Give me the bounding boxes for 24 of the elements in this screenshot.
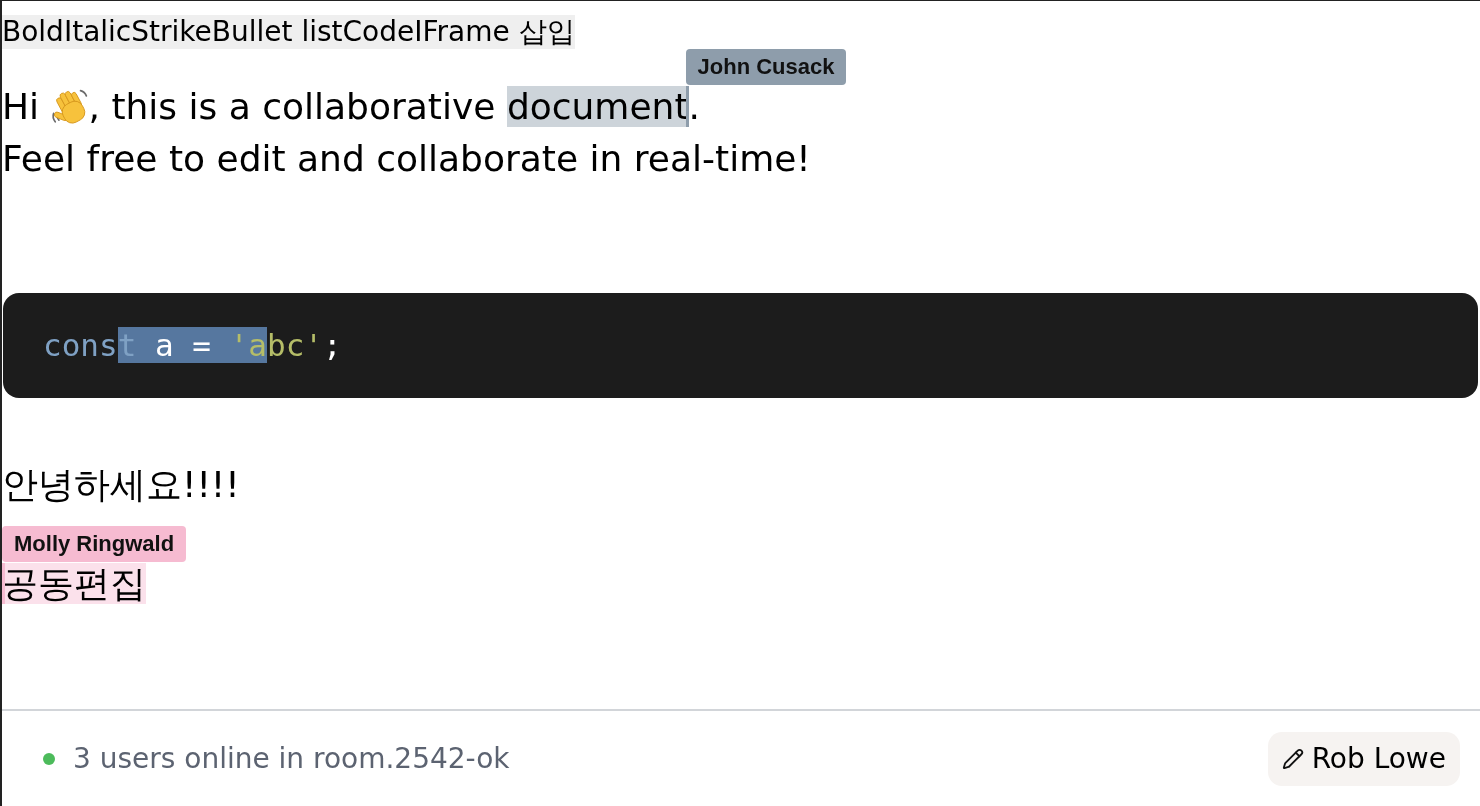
status-text: 3 users online in room.2542-ok — [73, 740, 510, 777]
code-text: 'a — [229, 327, 267, 363]
toolbar-button[interactable]: Strike — [131, 15, 212, 49]
toolbar-button[interactable]: Bullet list — [211, 15, 343, 49]
user-name-button[interactable]: Rob Lowe — [1267, 731, 1460, 786]
code-text: cons — [43, 327, 118, 363]
code-text: ; — [323, 327, 342, 363]
paragraph-text: Feel free to edit and collaborate in real-time! — [2, 138, 811, 179]
toolbar-button[interactable]: Italic — [63, 15, 132, 49]
toolbar-button[interactable]: IFrame 삽입 — [414, 15, 575, 49]
pencil-icon — [1281, 747, 1304, 770]
code-text: bc' — [267, 327, 323, 363]
paragraph-text: 안녕하세요!!!! — [2, 464, 240, 505]
highlighted-text: 공동편집 — [2, 563, 146, 604]
cursor-name-label: Molly Ringwald — [2, 526, 187, 562]
highlighted-text: document — [506, 86, 689, 127]
toolbar-button[interactable]: Bold — [2, 15, 64, 49]
paragraph-text: . — [688, 86, 700, 127]
cursor-name-label: John Cusack — [685, 49, 847, 85]
waving-hand-icon — [50, 88, 89, 126]
toolbar-button[interactable]: Code — [342, 15, 415, 49]
code-text: a = — [136, 327, 230, 363]
paragraph-text: , this is a collaborative — [88, 86, 497, 127]
paragraph-text: Hi — [2, 86, 41, 127]
